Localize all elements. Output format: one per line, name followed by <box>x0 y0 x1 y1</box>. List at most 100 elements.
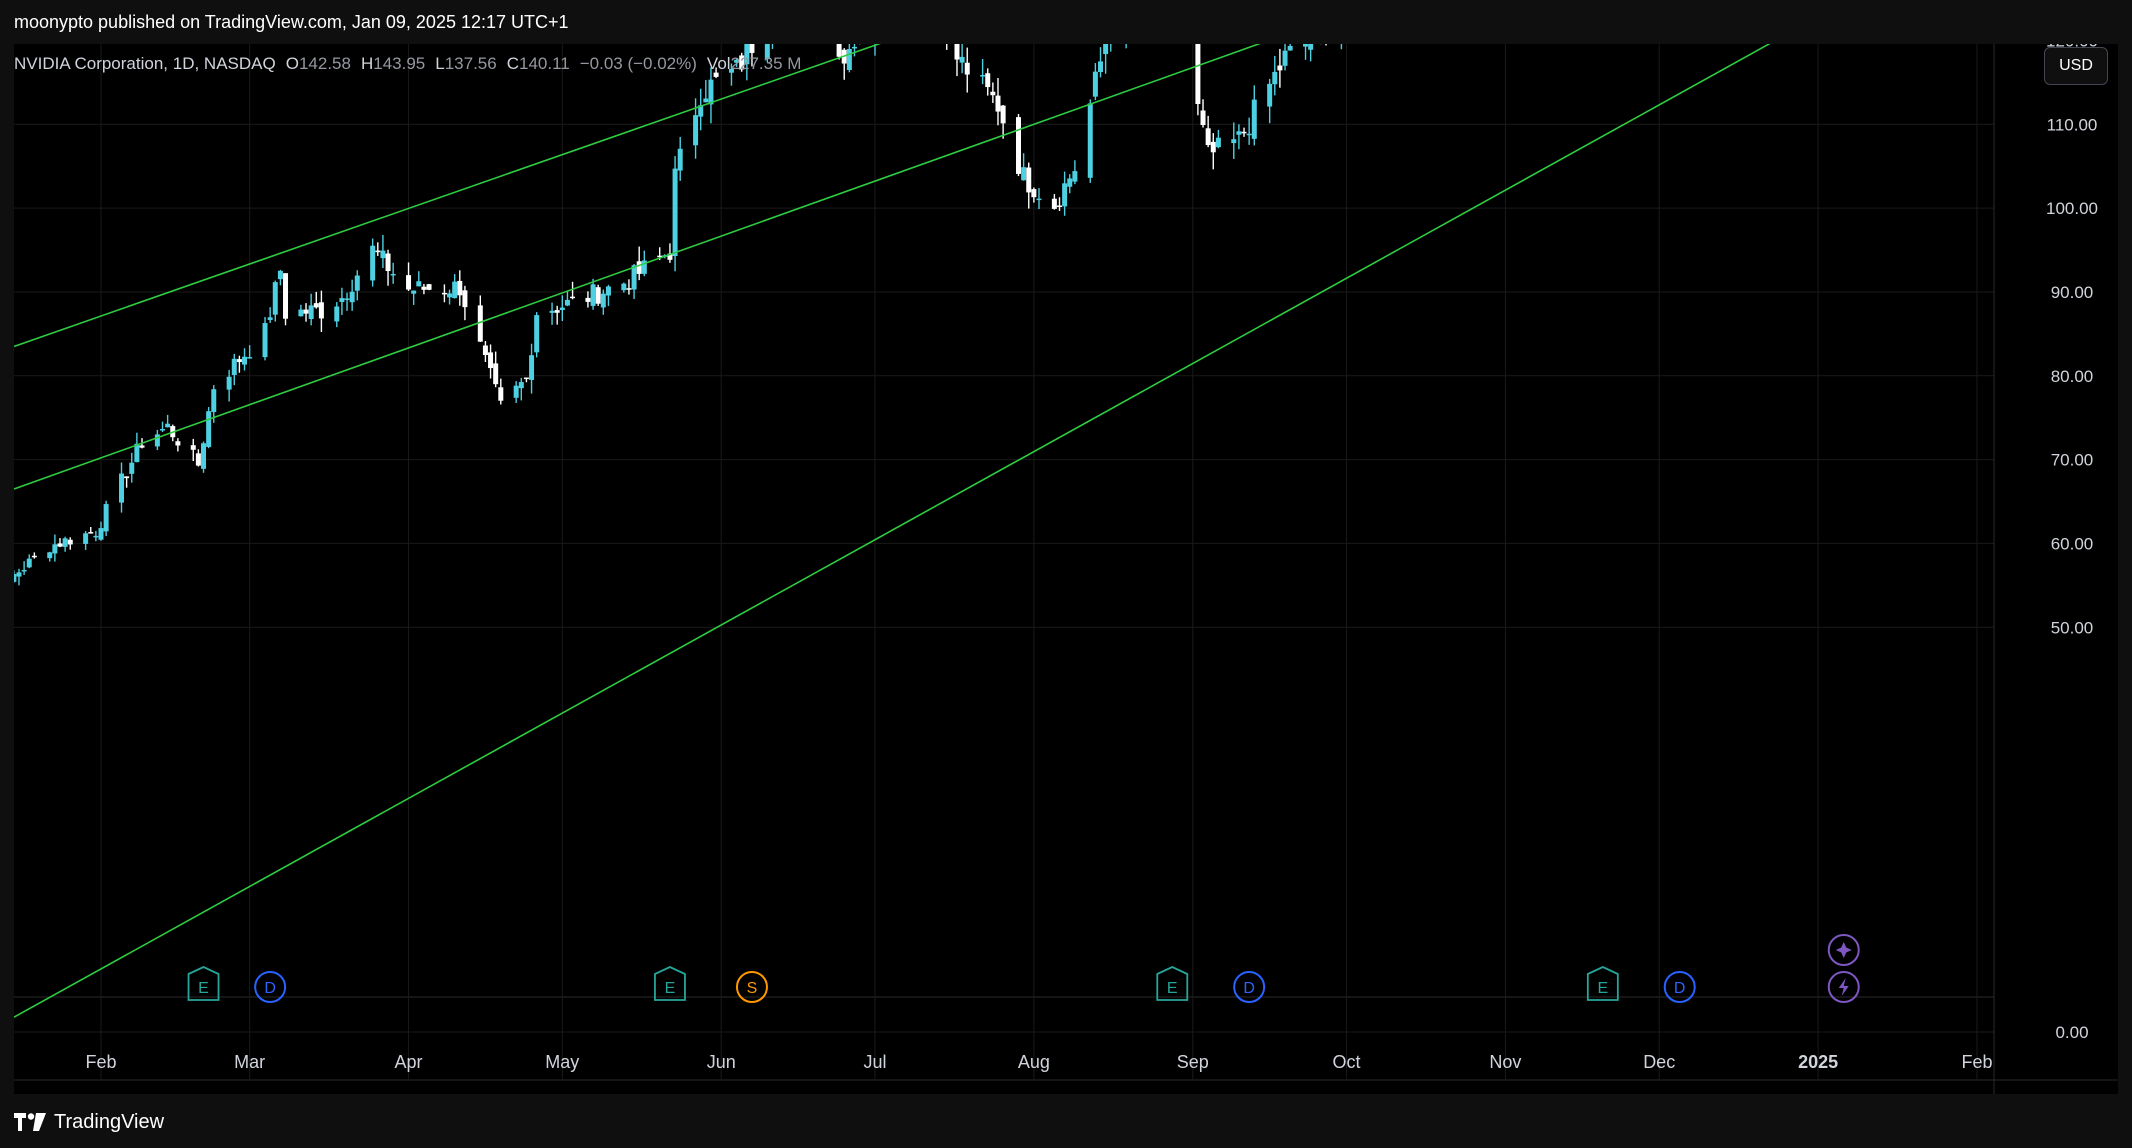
earnings-marker-label: E <box>665 980 676 997</box>
candle-body <box>590 284 596 306</box>
candle-body <box>11 574 17 582</box>
earnings-marker-label: E <box>198 980 209 997</box>
candle-body <box>354 275 360 291</box>
candle-body <box>1103 43 1109 55</box>
candle-body <box>1200 110 1206 126</box>
publisher-bar: moonypto published on TradingView.com, J… <box>0 0 2132 44</box>
candle-body <box>385 253 391 272</box>
candle-body <box>441 292 447 295</box>
candle-body <box>570 296 576 299</box>
y-tick-label: 110.00 <box>2047 115 2098 134</box>
high-value: 143.95 <box>373 54 426 73</box>
candle-body <box>272 282 278 315</box>
candle-body <box>1062 183 1068 207</box>
candle-body <box>349 291 355 303</box>
earnings-marker-label: E <box>1597 980 1608 997</box>
x-tick-label: Nov <box>1489 1052 1521 1072</box>
candle-body <box>67 539 73 545</box>
candle-body <box>1051 198 1057 209</box>
candle-body <box>462 290 468 308</box>
candle-body <box>21 570 27 572</box>
candle-body <box>990 91 996 96</box>
candle-body <box>139 445 145 448</box>
y-tick-label: 80.00 <box>2051 367 2094 386</box>
candle-body <box>1215 137 1221 148</box>
close-value: 140.11 <box>518 54 570 73</box>
candle-body <box>16 572 22 577</box>
candle-body <box>554 310 560 313</box>
y-tick-label: 60.00 <box>2051 534 2094 553</box>
candle-body <box>1057 205 1063 208</box>
candle-body <box>631 265 637 290</box>
x-tick-label: Dec <box>1643 1052 1675 1072</box>
candle-body <box>1277 65 1283 71</box>
dividend-marker-label: D <box>1674 980 1686 997</box>
price-chart[interactable]: 0.00 50.00 60.00 70.00 80.00 90.00 100.00 110.0… <box>0 0 2118 1094</box>
candle-body <box>390 273 396 276</box>
candle-body <box>313 303 319 308</box>
candle-body <box>518 382 524 389</box>
candle-body <box>559 307 565 310</box>
candle-body <box>308 305 314 320</box>
candle-body <box>703 98 709 103</box>
candle-body <box>954 28 960 60</box>
x-tick-label: Apr <box>395 1052 423 1072</box>
candle-body <box>621 283 627 291</box>
candle-body <box>334 306 340 322</box>
candle-body <box>564 299 570 306</box>
candle-body <box>47 552 53 559</box>
x-tick-label: Aug <box>1018 1052 1050 1072</box>
candle-body <box>1015 117 1021 174</box>
chart-area[interactable]: 0.00 50.00 60.00 70.00 80.00 90.00 100.00 110.0… <box>0 0 2118 1094</box>
candle-body <box>693 115 699 146</box>
y-tick-label: 50.00 <box>2051 618 2094 637</box>
x-tick-label: Jul <box>863 1052 886 1072</box>
x-tick-label: Feb <box>1961 1052 1992 1072</box>
candle-body <box>1210 141 1216 153</box>
candle-body <box>236 359 242 363</box>
earnings-marker-label: E <box>1167 980 1178 997</box>
candle-body <box>1021 167 1027 181</box>
x-tick-label: Jun <box>707 1052 736 1072</box>
candle-body <box>298 309 304 317</box>
candle-body <box>31 555 37 558</box>
y-tick-label: 70.00 <box>2051 451 2094 470</box>
candle-body <box>421 286 427 290</box>
candle-body <box>416 281 422 287</box>
candle-body <box>124 476 130 479</box>
candle-body <box>370 245 376 281</box>
footer: TradingView <box>0 1096 2132 1148</box>
candle-body <box>283 273 289 319</box>
tradingview-logo[interactable]: TradingView <box>14 1111 164 1134</box>
candle-body <box>636 261 642 274</box>
candle-body <box>190 445 196 450</box>
candle-body <box>447 293 453 298</box>
symbol-name: NVIDIA Corporation, 1D, NASDAQ <box>14 54 276 73</box>
candle-body <box>267 317 273 320</box>
low-label: L <box>435 54 445 73</box>
candle-body <box>119 473 125 503</box>
tradingview-logo-icon <box>14 1113 46 1131</box>
candle-body <box>626 288 632 290</box>
candle-body <box>995 95 1001 112</box>
candle-body <box>513 385 519 398</box>
x-tick-label: Oct <box>1333 1052 1361 1072</box>
publisher-text: moonypto published on TradingView.com, J… <box>14 11 569 32</box>
candle-body <box>1308 41 1314 50</box>
candle-body <box>88 532 94 534</box>
currency-button[interactable]: USD <box>2044 47 2108 85</box>
candle-body <box>1246 133 1252 136</box>
candle-body <box>708 79 714 105</box>
low-value: 137.56 <box>444 54 497 73</box>
candle-body <box>206 411 212 447</box>
candle-body <box>488 352 494 369</box>
candle-body <box>52 544 58 554</box>
candle-body <box>411 290 417 294</box>
candle-body <box>964 62 970 75</box>
candle-body <box>57 543 63 547</box>
candle-body <box>1251 99 1257 139</box>
candle-body <box>160 428 166 431</box>
x-tick-label: Sep <box>1177 1052 1209 1072</box>
candle-body <box>129 462 135 474</box>
candle-body <box>211 389 217 413</box>
